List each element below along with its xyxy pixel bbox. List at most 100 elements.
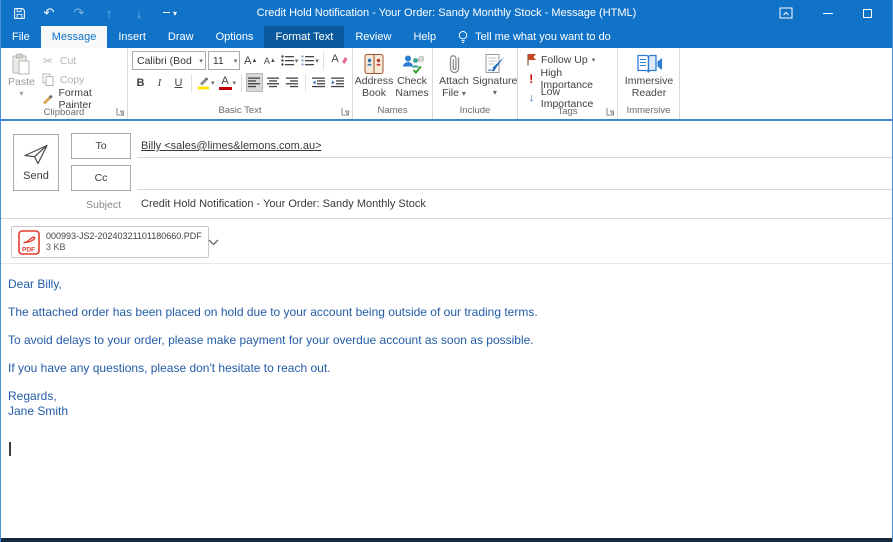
subject-field[interactable]: Credit Hold Notification - Your Order: S…: [141, 198, 426, 210]
check-names-button[interactable]: @ Check Names: [394, 51, 430, 101]
decrease-indent-button[interactable]: [310, 73, 327, 92]
to-field[interactable]: [137, 157, 892, 158]
italic-button[interactable]: I: [151, 73, 168, 92]
attachment-well: PDF 000993-JS2-20240321101180660.PDF 3 K…: [1, 219, 892, 264]
minimize-icon[interactable]: [823, 13, 833, 14]
copy-icon: [40, 73, 56, 86]
cut-icon: ✂: [40, 54, 56, 68]
align-center-button[interactable]: [265, 73, 282, 92]
quick-access-toolbar: ↶ ↷ ↑ ↓ ▾: [1, 5, 177, 21]
text-highlight-color-button[interactable]: ▾: [196, 73, 216, 92]
bullets-icon: [281, 55, 294, 66]
tab-format-text[interactable]: Format Text: [264, 26, 344, 48]
ribbon: Paste ▾ ✂ Cut Copy: [1, 48, 892, 121]
names-group-label: Names: [353, 105, 432, 119]
to-recipient[interactable]: Billy <sales@limes&lemons.com.au>: [141, 140, 322, 152]
highlighter-icon: [197, 75, 210, 90]
bullets-button[interactable]: ▾: [280, 51, 298, 70]
ribbon-display-options-icon[interactable]: [779, 7, 793, 19]
body-paragraph: If you have any questions, please don't …: [8, 361, 872, 376]
format-painter-icon: [40, 92, 55, 105]
message-body[interactable]: Dear Billy, The attached order has been …: [1, 264, 892, 532]
ribbon-group-immersive: Immersive Reader Immersive: [618, 48, 680, 119]
title-bar: ↶ ↷ ↑ ↓ ▾ Credit Hold Notification - You…: [1, 0, 892, 26]
window-bottom-edge: [1, 538, 892, 542]
high-importance-button[interactable]: ! High Importance: [526, 70, 614, 87]
numbering-button[interactable]: ▾: [301, 51, 319, 70]
immersive-reader-icon: [636, 53, 663, 75]
cc-button[interactable]: Cc: [71, 165, 131, 191]
clear-formatting-button[interactable]: A: [328, 51, 349, 70]
paste-icon: [11, 53, 31, 76]
cut-button: ✂ Cut: [38, 52, 124, 69]
address-book-button[interactable]: Address Book: [356, 51, 392, 101]
numbering-icon: [301, 55, 314, 66]
body-paragraph: Regards,: [8, 389, 872, 404]
font-color-bar: [219, 87, 232, 90]
ribbon-group-names: Address Book @ Check Names Names: [353, 48, 433, 119]
low-importance-button[interactable]: ↓ Low Importance: [526, 89, 614, 106]
tab-options[interactable]: Options: [205, 26, 265, 48]
ribbon-group-tags: Follow Up▾ ! High Importance ↓ Low Impor…: [518, 48, 618, 119]
svg-text:PDF: PDF: [22, 246, 35, 253]
signature-button[interactable]: Signature ▾: [475, 51, 515, 101]
paperclip-icon: [448, 53, 461, 75]
to-button[interactable]: To: [71, 133, 131, 159]
align-right-button[interactable]: [284, 73, 301, 92]
move-down-icon: ↓: [131, 5, 147, 21]
immersive-reader-button[interactable]: Immersive Reader: [623, 51, 675, 101]
underline-button[interactable]: U: [170, 73, 187, 92]
font-name-combo[interactable]: Calibri (Bod▾: [132, 51, 206, 70]
tab-message[interactable]: Message: [41, 26, 108, 48]
attachment-options-chevron-icon[interactable]: [208, 239, 219, 246]
ribbon-group-basic-text: Calibri (Bod▾ 11▾ A▲ A▲ ▾: [128, 48, 353, 119]
align-left-button[interactable]: [246, 73, 263, 92]
move-up-icon: ↑: [101, 5, 117, 21]
attach-file-button[interactable]: Attach File ▾: [436, 51, 472, 102]
include-group-label: Include: [433, 105, 517, 119]
font-size-combo[interactable]: 11▾: [208, 51, 240, 70]
clipboard-dialog-launcher-icon[interactable]: [116, 107, 125, 116]
attachment-filename: 000993-JS2-20240321101180660.PDF: [46, 231, 202, 242]
flag-icon: [526, 53, 537, 66]
cc-field[interactable]: [137, 189, 892, 190]
grow-font-button[interactable]: A▲: [242, 51, 259, 70]
tab-insert[interactable]: Insert: [107, 26, 157, 48]
high-importance-icon: !: [526, 72, 537, 86]
increase-indent-button[interactable]: [329, 73, 346, 92]
tab-file[interactable]: File: [1, 26, 41, 48]
body-paragraph: Dear Billy,: [8, 277, 872, 292]
basic-text-group-label: Basic Text: [128, 105, 352, 119]
follow-up-button[interactable]: Follow Up▾: [526, 51, 614, 68]
save-icon[interactable]: [11, 5, 27, 21]
lightbulb-icon: [457, 30, 469, 45]
pdf-file-icon: PDF: [18, 230, 40, 255]
undo-icon[interactable]: ↶: [41, 5, 57, 21]
subject-label: Subject: [86, 199, 121, 211]
tab-help[interactable]: Help: [402, 26, 447, 48]
maximize-icon[interactable]: [863, 9, 872, 18]
outlook-message-window: ↶ ↷ ↑ ↓ ▾ Credit Hold Notification - You…: [0, 0, 893, 542]
shrink-font-button[interactable]: A▲: [261, 51, 278, 70]
paste-button: Paste ▾: [5, 51, 38, 102]
tags-dialog-launcher-icon[interactable]: [606, 107, 615, 116]
clipboard-group-label: Clipboard: [1, 107, 127, 121]
eraser-icon: [341, 56, 348, 66]
tell-me-box[interactable]: Tell me what you want to do: [447, 26, 621, 48]
tab-draw[interactable]: Draw: [157, 26, 205, 48]
basic-text-dialog-launcher-icon[interactable]: [341, 107, 350, 116]
attachment-chip[interactable]: PDF 000993-JS2-20240321101180660.PDF 3 K…: [11, 226, 209, 258]
text-cursor: [9, 442, 11, 456]
format-painter-button[interactable]: Format Painter: [38, 90, 124, 107]
bold-button[interactable]: B: [132, 73, 149, 92]
tell-me-label: Tell me what you want to do: [475, 31, 611, 43]
immersive-group-label: Immersive: [618, 105, 679, 119]
customize-quick-access-icon[interactable]: ▾: [161, 5, 177, 21]
redo-icon: ↷: [71, 5, 87, 21]
font-color-button[interactable]: A ▾: [218, 73, 238, 92]
ribbon-group-clipboard: Paste ▾ ✂ Cut Copy: [1, 48, 128, 119]
tab-review[interactable]: Review: [344, 26, 402, 48]
address-book-icon: [362, 53, 386, 75]
copy-button: Copy: [38, 71, 124, 88]
send-button[interactable]: Send: [13, 134, 59, 191]
